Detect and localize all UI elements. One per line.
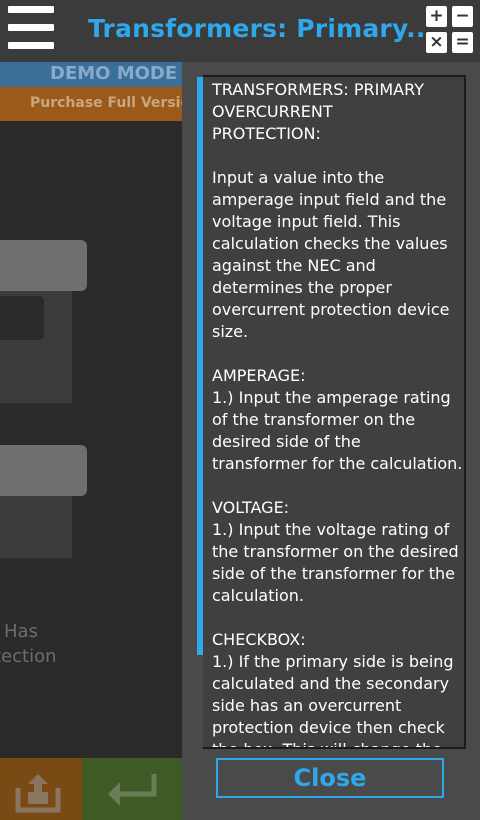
checkbox-label-line2: tection — [0, 646, 57, 667]
demo-mode-label: DEMO MODE — [50, 63, 178, 84]
calculator-icon[interactable]: + − × = — [426, 6, 474, 54]
calc-equals-key: = — [452, 32, 473, 53]
purchase-label[interactable]: Purchase Full Version — [30, 95, 200, 111]
secondary-panel — [0, 496, 72, 558]
calc-multiply-key: × — [426, 32, 447, 53]
calc-minus-key: − — [452, 6, 473, 27]
share-icon[interactable] — [12, 770, 64, 814]
result-field — [0, 296, 44, 340]
voltage-input[interactable] — [0, 445, 87, 496]
close-button[interactable]: Close — [216, 758, 444, 798]
calc-plus-key: + — [426, 6, 447, 27]
help-text: TRANSFORMERS: PRIMARY OVERCURRENT PROTEC… — [212, 80, 463, 747]
return-icon[interactable] — [104, 770, 160, 810]
help-text-box[interactable]: TRANSFORMERS: PRIMARY OVERCURRENT PROTEC… — [196, 75, 466, 749]
checkbox-label-line1: Has — [4, 621, 38, 642]
amperage-input[interactable] — [0, 240, 87, 291]
page-title: Transformers: Primary... — [88, 14, 436, 43]
menu-icon[interactable] — [8, 6, 54, 50]
scrollbar-thumb[interactable] — [197, 77, 203, 655]
